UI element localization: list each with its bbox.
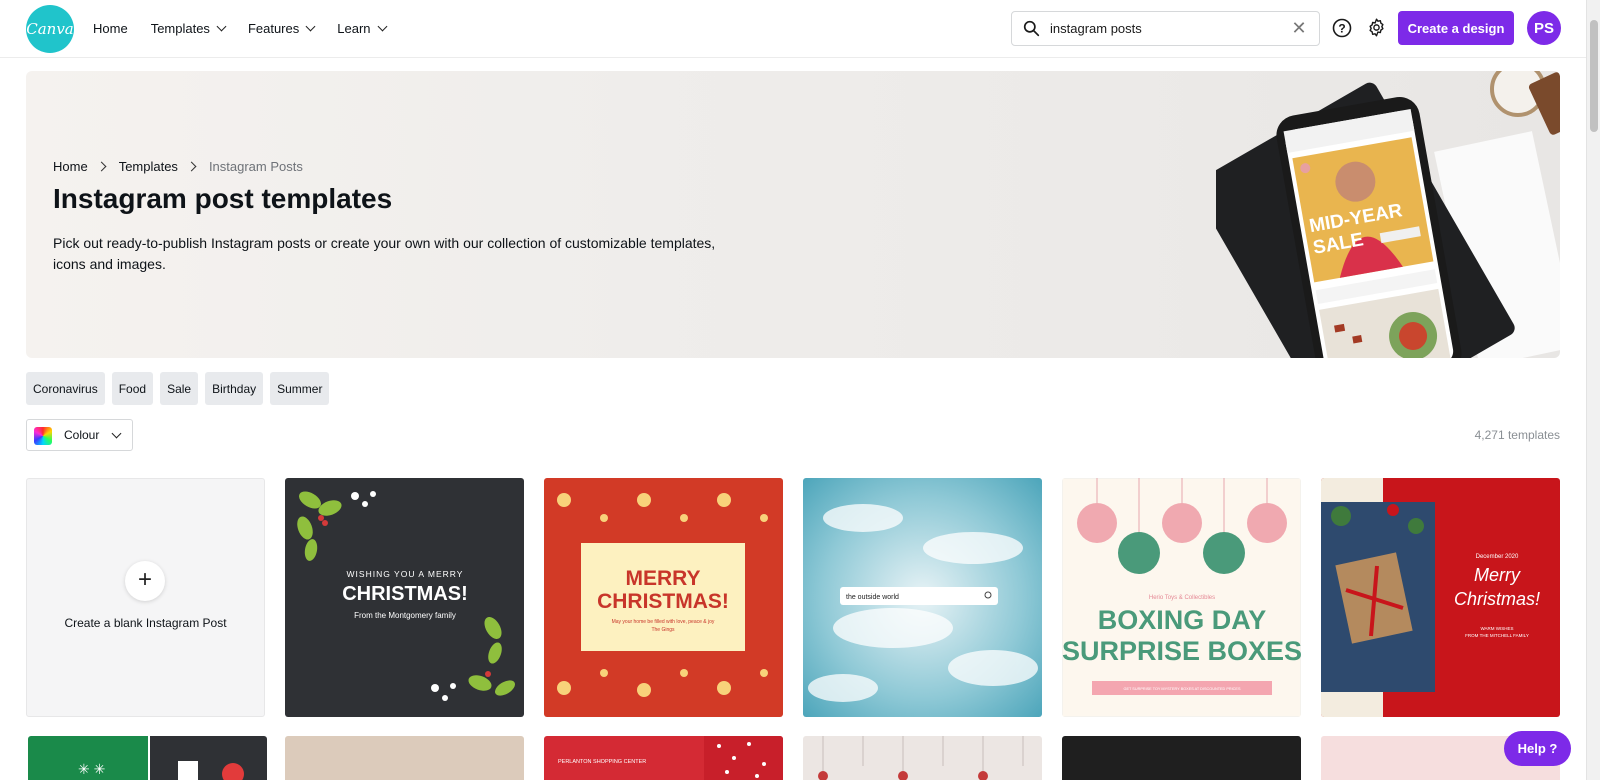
page-scrollbar[interactable] [1586,0,1600,780]
chip-coronavirus[interactable]: Coronavirus [26,372,105,405]
scrollbar-thumb[interactable] [1590,20,1598,132]
chevron-down-icon [111,428,122,439]
search-icon [1023,20,1040,37]
breadcrumb-home[interactable]: Home [53,159,88,174]
nav-templates-label: Templates [150,20,210,36]
template-text: The Gings [651,627,675,633]
template-card-row2-2[interactable] [285,736,524,780]
template-count: 4,271 templates [1474,428,1560,442]
svg-text:?: ? [1338,21,1345,35]
user-avatar[interactable]: PS [1527,11,1561,45]
hero-banner: Home Templates Instagram Posts Instagram… [26,71,1560,358]
top-navigation-bar: Canva Home Templates Features Learn inst… [0,0,1586,58]
chevron-down-icon [305,21,316,31]
template-card-outside-world[interactable]: the outside world [803,478,1042,717]
search-query: instagram posts [1050,21,1142,36]
template-text: the outside world [846,594,899,601]
nav-home[interactable]: Home [93,21,128,36]
chevron-down-icon [377,21,387,31]
plus-icon: + [125,561,165,601]
phone-mockup-illustration: MID-YEAR SALE [1216,71,1560,358]
template-text: WISHING YOU A MERRY [347,569,464,579]
template-text: May your home be filled with love, peace… [612,619,715,625]
filter-chips: Coronavirus Food Sale Birthday Summer [26,372,330,405]
canva-logo[interactable]: Canva [26,5,74,53]
template-card-merry-christmas[interactable]: December 2020 Merry Christmas! WARM WISH… [1321,478,1560,717]
clear-search-icon[interactable]: ✕ [1289,18,1309,38]
main-nav: Home Templates Features Learn [93,0,409,56]
template-text: FROM THE MITCHELL FAMILY [1465,633,1529,638]
template-text: BOXING DAY [1098,605,1267,635]
colour-swatch-icon [34,427,52,445]
nav-templates[interactable]: Templates [150,20,227,36]
search-input[interactable]: instagram posts ✕ [1011,11,1320,46]
template-text: CHRISTMAS! [597,590,729,613]
breadcrumb: Home Templates Instagram Posts [53,159,303,174]
chip-sale[interactable]: Sale [160,372,199,405]
template-text: Christmas! [1454,589,1540,609]
template-card-christmas-dark[interactable]: WISHING YOU A MERRY CHRISTMAS! From the … [285,478,524,717]
template-text: PERLANTON SHOPPING CENTER [558,759,646,765]
colour-filter-dropdown[interactable]: Colour [26,419,133,451]
template-card-christmas-red[interactable]: MERRY CHRISTMAS! May your home be filled… [544,478,783,717]
nav-features-label: Features [247,20,300,36]
create-design-button[interactable]: Create a design [1398,11,1514,45]
template-text: CHRISTMAS! [342,583,468,605]
template-text: GET SURPRISE TOY MYSTERY BOXES AT DISCOU… [1124,687,1241,691]
chip-birthday[interactable]: Birthday [205,372,264,405]
logo-text: Canva [26,20,74,38]
template-card-row2-3[interactable]: PERLANTON SHOPPING CENTER [544,736,783,780]
chevron-down-icon [216,21,227,31]
chip-food[interactable]: Food [111,372,154,405]
template-card-row2-5[interactable] [1062,736,1301,780]
breadcrumb-templates[interactable]: Templates [119,159,178,174]
template-card-row2-4[interactable] [803,736,1042,780]
help-button[interactable]: Help ? [1504,731,1571,766]
template-text: December 2020 [1476,554,1519,560]
template-text: From the Montgomery family [354,611,456,620]
create-blank-label: Create a blank Instagram Post [64,616,227,630]
nav-features[interactable]: Features [247,20,316,36]
template-text: SURPRISE BOXES [1062,636,1301,666]
page-description: Pick out ready-to-publish Instagram post… [53,235,716,272]
page-title: Instagram post templates [53,183,393,214]
chevron-right-icon [186,161,197,172]
nav-learn[interactable]: Learn [337,20,387,36]
template-text: MERRY [625,567,700,590]
template-card-row2-1[interactable]: ✳ ✳ [28,736,267,780]
settings-gear-icon[interactable] [1366,17,1387,38]
template-card-boxing-day[interactable]: Herio Toys & Collectibles BOXING DAY SUR… [1062,478,1301,717]
help-icon[interactable]: ? [1332,18,1352,38]
chevron-right-icon [96,161,107,172]
template-text: Merry [1474,565,1521,585]
chip-summer[interactable]: Summer [270,372,330,405]
svg-text:✳ ✳: ✳ ✳ [78,761,105,777]
template-text: WARM WISHES [1480,626,1513,631]
nav-learn-label: Learn [337,20,371,36]
template-text: Herio Toys & Collectibles [1149,595,1215,601]
nav-home-label: Home [93,20,128,36]
create-blank-card[interactable]: + Create a blank Instagram Post [26,478,265,717]
breadcrumb-current: Instagram Posts [208,159,303,174]
colour-filter-label: Colour [64,428,100,442]
